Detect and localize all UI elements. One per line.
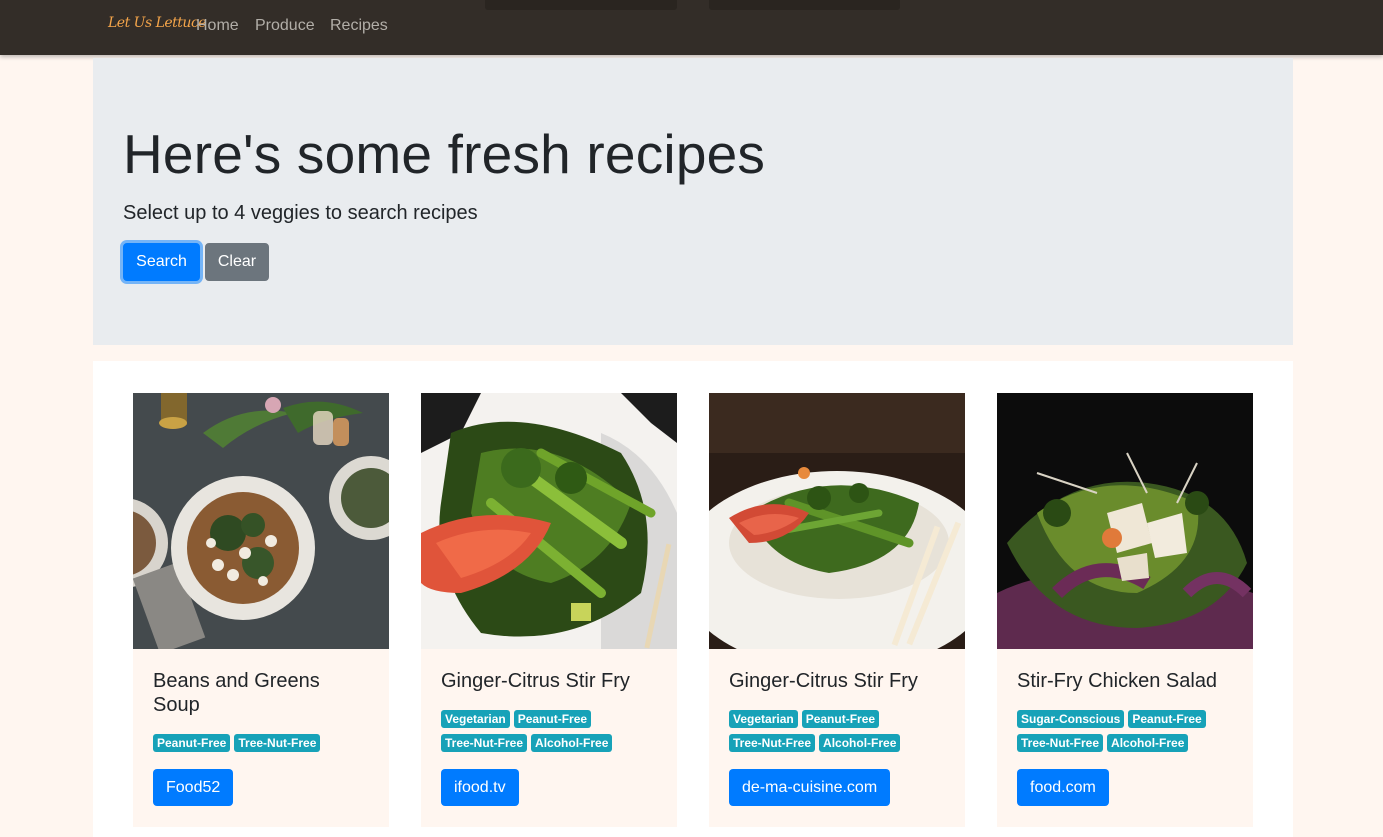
health-badge: Peanut-Free [1128, 710, 1206, 728]
health-labels: Vegetarian Peanut-Free Tree-Nut-Free Alc… [441, 710, 661, 752]
page-subtitle: Select up to 4 veggies to search recipes [123, 202, 478, 224]
clear-button[interactable]: Clear [205, 243, 269, 281]
nav-produce[interactable]: Produce [255, 17, 315, 35]
health-badge: Peanut-Free [801, 710, 880, 728]
recipe-card: Ginger-Citrus Stir Fry Vegetarian Peanut… [709, 393, 965, 827]
recipe-title: Ginger-Citrus Stir Fry [729, 670, 918, 692]
health-labels: Sugar-Conscious Peanut-Free Tree-Nut-Fre… [1017, 710, 1237, 752]
health-badge: Tree-Nut-Free [1017, 734, 1104, 752]
health-labels: Vegetarian Peanut-Free Tree-Nut-Free Alc… [729, 710, 949, 752]
recipe-image[interactable] [133, 393, 389, 649]
source-link-button[interactable]: ifood.tv [441, 769, 519, 806]
brand-logo[interactable]: Let Us Lettuce [108, 15, 207, 31]
hero-section: Here's some fresh recipes Select up to 4… [93, 58, 1293, 345]
recipe-image[interactable] [709, 393, 965, 649]
recipe-image[interactable] [421, 393, 677, 649]
recipe-title: Ginger-Citrus Stir Fry [441, 670, 630, 692]
recipe-card: Ginger-Citrus Stir Fry Vegetarian Peanut… [421, 393, 677, 827]
navbar: Let Us Lettuce Home Produce Recipes [0, 0, 1383, 55]
health-badge: Vegetarian [729, 710, 798, 728]
recipe-title: Beans and Greens Soup [153, 670, 320, 716]
health-badge: Alcohol-Free [1107, 734, 1189, 752]
health-labels: Peanut-Free Tree-Nut-Free [153, 734, 373, 752]
health-badge: Vegetarian [441, 710, 510, 728]
health-badge: Tree-Nut-Free [441, 734, 528, 752]
recipe-image[interactable] [997, 393, 1253, 649]
navbar-decoration [485, 0, 677, 10]
navbar-decoration [709, 0, 900, 10]
recipe-card: Beans and Greens Soup Peanut-Free Tree-N… [133, 393, 389, 827]
health-badge: Alcohol-Free [531, 734, 613, 752]
health-badge: Sugar-Conscious [1017, 710, 1125, 728]
health-badge: Tree-Nut-Free [729, 734, 816, 752]
source-link-button[interactable]: food.com [1017, 769, 1109, 806]
health-badge: Tree-Nut-Free [234, 734, 321, 752]
nav-home[interactable]: Home [196, 17, 239, 35]
recipe-card: Stir-Fry Chicken Salad Sugar-Conscious P… [997, 393, 1253, 827]
recipe-results: Beans and Greens Soup Peanut-Free Tree-N… [93, 361, 1293, 837]
source-link-button[interactable]: de-ma-cuisine.com [729, 769, 891, 806]
health-badge: Alcohol-Free [819, 734, 901, 752]
source-link-button[interactable]: Food52 [153, 769, 234, 806]
page-title: Here's some fresh recipes [123, 123, 766, 185]
search-button[interactable]: Search [123, 243, 200, 281]
health-badge: Peanut-Free [513, 710, 592, 728]
health-badge: Peanut-Free [153, 734, 231, 752]
nav-recipes[interactable]: Recipes [330, 17, 388, 35]
recipe-title: Stir-Fry Chicken Salad [1017, 670, 1218, 692]
